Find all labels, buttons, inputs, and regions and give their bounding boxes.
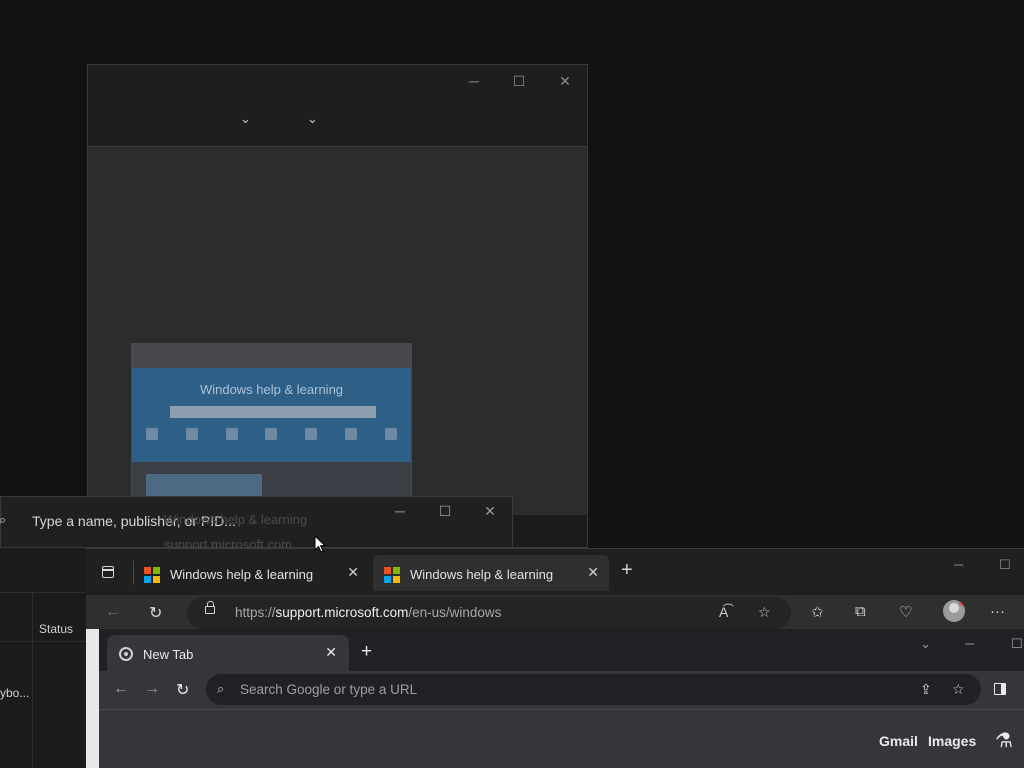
chevron-down-icon[interactable]: ⌄ xyxy=(307,111,318,127)
url-domain: support.microsoft.com xyxy=(275,605,409,620)
microsoft-logo-icon xyxy=(384,567,400,583)
thumbnail-hero-title: Windows help & learning xyxy=(199,382,344,397)
read-aloud-icon[interactable]: A͡ xyxy=(719,604,728,620)
forward-icon[interactable]: → xyxy=(144,680,160,698)
window-thumbnail-preview[interactable]: Windows help & learning xyxy=(131,343,412,498)
edge-tab-strip: Windows help & learning ✕ Windows help &… xyxy=(86,549,1024,595)
more-menu-icon[interactable]: ··· xyxy=(990,603,1005,620)
process-row-name[interactable]: ybo... xyxy=(0,686,29,700)
search-icon: ⌕ xyxy=(0,512,7,527)
tab-title: Windows help & learning xyxy=(410,567,554,582)
edge-toolbar: ← ↻ https://support.microsoft.com/en-us/… xyxy=(86,595,1024,631)
browser-essentials-icon[interactable]: ♡ xyxy=(899,603,912,621)
tab-actions-icon[interactable] xyxy=(102,566,114,578)
omnibox-placeholder: Search Google or type a URL xyxy=(240,682,418,697)
edge-tab-2[interactable]: Windows help & learning ✕ xyxy=(373,555,609,591)
chrome-icon xyxy=(119,647,133,661)
close-icon[interactable]: ✕ xyxy=(477,503,503,520)
minimize-icon[interactable]: ─ xyxy=(965,636,974,651)
tab-search-chevron-icon[interactable]: ⌄ xyxy=(920,636,931,652)
microsoft-logo-icon xyxy=(144,567,160,583)
thumbnail-hero: Windows help & learning xyxy=(132,368,411,462)
maximize-icon[interactable]: ☐ xyxy=(1011,636,1023,652)
minimize-icon[interactable]: ─ xyxy=(387,503,413,519)
favorites-icon[interactable]: ✩ xyxy=(811,603,824,621)
thumbnail-tile-icon xyxy=(305,428,318,440)
chrome-toolbar: ← → ↻ ⌕ Search Google or type a URL ⇪ ☆ xyxy=(99,671,1024,709)
lock-icon[interactable] xyxy=(205,601,215,614)
edge-tab-1[interactable]: Windows help & learning ✕ xyxy=(133,555,369,591)
column-divider xyxy=(32,592,33,768)
chrome-tab-new-tab[interactable]: New Tab ✕ xyxy=(107,635,349,671)
favorite-star-icon[interactable]: ☆ xyxy=(758,604,771,621)
side-panel-icon[interactable] xyxy=(994,683,1006,695)
divider xyxy=(0,641,86,642)
close-tab-icon[interactable]: ✕ xyxy=(347,564,359,581)
images-link[interactable]: Images xyxy=(928,733,976,749)
address-bar[interactable]: https://support.microsoft.com/en-us/wind… xyxy=(187,597,791,629)
thumbnail-icon-row xyxy=(146,428,397,448)
ghost-close-icon[interactable]: ✕ xyxy=(550,73,580,91)
close-tab-icon[interactable]: ✕ xyxy=(587,564,599,581)
back-icon[interactable]: ← xyxy=(105,603,121,621)
thumbnail-tile-icon xyxy=(225,428,238,440)
reload-icon[interactable]: ↻ xyxy=(176,680,189,700)
new-tab-icon[interactable]: + xyxy=(361,641,372,663)
ghost-minimize-icon[interactable]: ─ xyxy=(459,73,489,91)
notification-dot xyxy=(959,600,965,606)
profile-avatar[interactable] xyxy=(943,600,965,622)
tab-title: New Tab xyxy=(143,647,194,662)
process-list-panel: Status ybo... xyxy=(0,548,86,768)
chrome-browser-window: New Tab ✕ + ⌄ ─ ☐ ← → ↻ ⌕ Search Google … xyxy=(86,629,1024,768)
new-tab-icon[interactable]: + xyxy=(621,559,633,582)
tab-title: Windows help & learning xyxy=(170,567,314,582)
search-icon: ⌕ xyxy=(217,681,225,696)
thumbnail-search-bar xyxy=(170,406,376,418)
thumbnail-tile-icon xyxy=(185,428,198,440)
bookmark-star-icon[interactable]: ☆ xyxy=(952,681,965,698)
thumbnail-lower-card xyxy=(146,474,262,497)
ghost-titlebar: ─ ☐ ✕ ⌄ ⌄ xyxy=(88,65,587,147)
chrome-tab-strip: New Tab ✕ + ⌄ ─ ☐ xyxy=(99,629,1024,671)
close-tab-icon[interactable]: ✕ xyxy=(325,644,337,661)
divider xyxy=(0,592,86,593)
window-edge xyxy=(86,629,99,768)
thumbnail-tile-icon xyxy=(146,428,158,440)
ghost-maximize-icon[interactable]: ☐ xyxy=(504,73,534,91)
maximize-icon[interactable]: ☐ xyxy=(432,503,458,520)
omnibox[interactable]: ⌕ Search Google or type a URL ⇪ ☆ xyxy=(206,674,981,705)
mouse-cursor-icon xyxy=(314,535,326,553)
url-prefix: https:// xyxy=(235,605,276,620)
url-path: /en-us/windows xyxy=(408,605,502,620)
thumbnail-tile-icon xyxy=(384,428,397,440)
maximize-icon[interactable]: ☐ xyxy=(999,557,1011,573)
status-column-header[interactable]: Status xyxy=(39,622,73,636)
back-icon[interactable]: ← xyxy=(113,680,129,698)
thumbnail-titlebar xyxy=(132,344,411,368)
url-text[interactable]: https://support.microsoft.com/en-us/wind… xyxy=(235,605,501,620)
chevron-down-icon[interactable]: ⌄ xyxy=(240,111,251,127)
ghost-tab-caption: Windows help & learning xyxy=(164,512,308,527)
refresh-icon[interactable]: ↻ xyxy=(149,603,162,623)
share-icon[interactable]: ⇪ xyxy=(920,681,932,698)
minimize-icon[interactable]: ─ xyxy=(954,557,963,572)
labs-flask-icon[interactable]: ⚗ xyxy=(995,728,1013,753)
thumbnail-tile-icon xyxy=(345,428,358,440)
new-tab-page: Gmail Images ⚗ xyxy=(99,710,1024,768)
thumbnail-tile-icon xyxy=(265,428,278,440)
gmail-link[interactable]: Gmail xyxy=(879,733,918,749)
collections-icon[interactable]: ⧉ xyxy=(855,603,866,620)
